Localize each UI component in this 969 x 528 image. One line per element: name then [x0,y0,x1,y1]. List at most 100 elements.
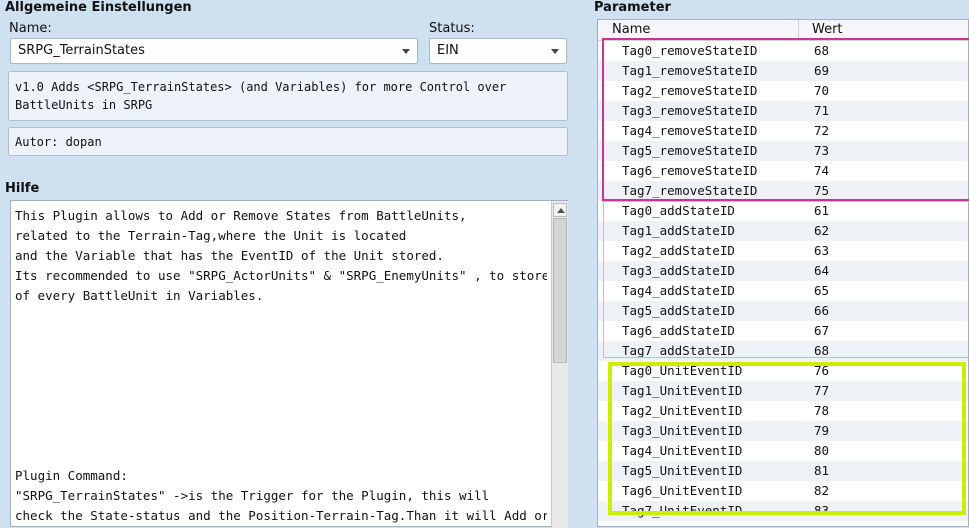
column-header-name[interactable]: Name [612,20,650,40]
parameter-name: Tag0_addStateID [622,203,735,218]
chevron-down-icon [551,49,559,54]
status-label: Status: [429,21,475,36]
help-section-title: Hilfe [5,181,40,196]
parameter-name: Tag6_UnitEventID [622,483,743,498]
help-text-line: check the State-status and the Position-… [15,508,547,523]
parameter-table-header: Name Wert [598,20,968,41]
parameter-value: 71 [814,103,830,118]
parameter-name: Tag0_UnitEventID [622,363,743,378]
parameter-name: Tag1_UnitEventID [622,383,743,398]
column-divider [798,20,799,40]
general-section-title: Allgemeine Einstellungen [5,0,192,15]
parameter-row[interactable]: Tag1_addStateID 62 [598,221,968,241]
parameter-value: 75 [814,183,830,198]
parameter-value: 83 [814,503,830,518]
parameter-row[interactable]: Tag6_addStateID 67 [598,321,968,341]
parameter-name: Tag7_UnitEventID [622,503,743,518]
column-header-value[interactable]: Wert [812,20,843,40]
parameter-row[interactable]: Tag3_addStateID 64 [598,261,968,281]
parameter-name: Tag6_removeStateID [622,163,758,178]
parameter-name: Tag6_addStateID [622,323,735,338]
help-text-panel[interactable]: This Plugin allows to Add or Remove Stat… [10,200,568,528]
parameter-name: Tag7_addStateID [622,343,735,358]
parameter-value: 80 [814,443,830,458]
parameter-row[interactable]: Tag5_addStateID 66 [598,301,968,321]
help-text-line [15,426,547,446]
help-scrollbar[interactable] [551,201,568,528]
help-text-line: Its recommended to use "SRPG_ActorUnits"… [15,268,547,283]
parameter-name: Tag3_UnitEventID [622,423,743,438]
parameter-value: 77 [814,383,830,398]
status-select[interactable]: EIN [429,38,567,64]
chevron-down-icon [402,49,410,54]
parameter-row[interactable]: Tag0_addStateID 61 [598,201,968,221]
parameter-row[interactable]: Tag3_UnitEventID 79 [598,421,968,441]
parameter-value: 67 [814,323,830,338]
parameter-value: 68 [814,343,830,358]
help-text-line: Plugin Command: [15,468,128,483]
parameter-row[interactable]: Tag5_removeStateID 73 [598,141,968,161]
parameter-row[interactable]: Tag4_removeStateID 72 [598,121,968,141]
help-text-line [15,446,547,466]
parameter-value: 70 [814,83,830,98]
parameter-rows: Tag0_removeStateID 68 Tag1_removeStateID 69… [598,41,968,526]
parameter-value: 62 [814,223,830,238]
parameter-value: 65 [814,283,830,298]
parameter-row[interactable]: Tag6_removeStateID 74 [598,161,968,181]
parameter-name: Tag5_UnitEventID [622,463,743,478]
help-text-line: related to the Terrain-Tag,where the Uni… [15,228,407,243]
parameter-value: 66 [814,303,830,318]
parameter-row[interactable]: Tag7_addStateID 68 [598,341,968,361]
parameter-row[interactable]: Tag4_UnitEventID 80 [598,441,968,461]
parameter-row[interactable]: Tag0_removeStateID 68 [598,41,968,61]
parameter-value: 72 [814,123,830,138]
parameter-row[interactable]: Tag4_addStateID 65 [598,281,968,301]
name-label: Name: [9,21,52,36]
parameter-value: 69 [814,63,830,78]
help-text-line [15,406,547,426]
scroll-thumb[interactable] [553,218,567,363]
parameter-row[interactable]: Tag1_removeStateID 69 [598,61,968,81]
parameter-name: Tag3_addStateID [622,263,735,278]
parameter-value: 76 [814,363,830,378]
plugin-author-text: Autor: dopan [15,135,102,149]
parameter-name: Tag4_addStateID [622,283,735,298]
parameter-value: 79 [814,423,830,438]
name-select-value: SRPG_TerrainStates [18,43,145,58]
help-text-line [15,386,547,406]
parameter-section-title: Parameter [594,0,671,15]
parameter-name: Tag0_removeStateID [622,43,758,58]
parameter-row[interactable]: Tag3_removeStateID 71 [598,101,968,121]
name-select[interactable]: SRPG_TerrainStates [10,38,418,64]
parameter-row[interactable]: Tag2_UnitEventID 78 [598,401,968,421]
help-text-line: "SRPG_TerrainStates" ->is the Trigger fo… [15,488,490,503]
plugin-author: Autor: dopan [8,127,568,156]
parameter-row[interactable]: Tag7_UnitEventID 83 [598,501,968,521]
parameter-row[interactable]: Tag6_UnitEventID 82 [598,481,968,501]
parameter-value: 63 [814,243,830,258]
parameter-row[interactable]: Tag2_removeStateID 70 [598,81,968,101]
help-text-line: This Plugin allows to Add or Remove Stat… [15,208,467,223]
parameter-value: 73 [814,143,830,158]
parameter-row[interactable]: Tag2_addStateID 63 [598,241,968,261]
help-text-line: of every BattleUnit in Variables. [15,288,264,303]
parameter-name: Tag1_addStateID [622,223,735,238]
parameter-name: Tag4_UnitEventID [622,443,743,458]
chevron-up-icon [557,208,565,213]
scroll-up-button[interactable] [553,203,567,217]
parameter-name: Tag5_addStateID [622,303,735,318]
parameter-table[interactable]: Name Wert Tag0_removeStateID 68 Tag1_remov… [597,19,969,527]
parameter-row[interactable]: Tag1_UnitEventID 77 [598,381,968,401]
parameter-row[interactable]: Tag5_UnitEventID 81 [598,461,968,481]
help-text-line [15,346,547,366]
parameter-value: 78 [814,403,830,418]
help-text-line [15,366,547,386]
parameter-row[interactable]: Tag0_UnitEventID 76 [598,361,968,381]
parameter-name: Tag2_UnitEventID [622,403,743,418]
parameter-name: Tag2_removeStateID [622,83,758,98]
plugin-description-text: v1.0 Adds <SRPG_TerrainStates> (and Vari… [15,80,507,112]
parameter-row[interactable]: Tag7_removeStateID 75 [598,181,968,201]
status-select-value: EIN [437,43,459,58]
help-text-line [15,326,547,346]
parameter-name: Tag1_removeStateID [622,63,758,78]
